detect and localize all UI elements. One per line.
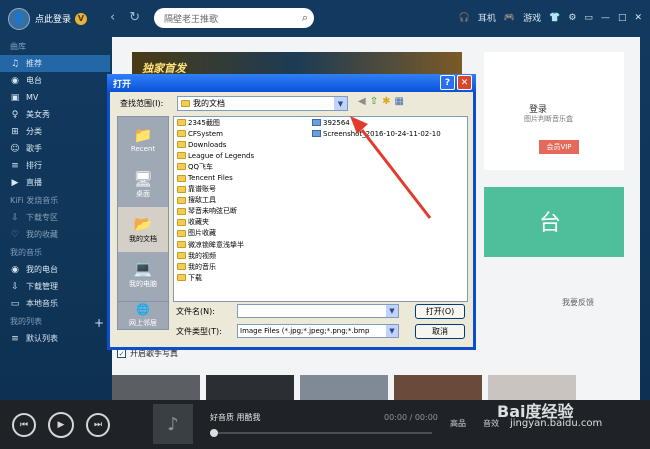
arrow-head [350,116,368,134]
arrow-line [360,129,432,219]
annotation-arrow [350,116,432,219]
kuwo-app-window: 👤 点此登录 V ‹ ↻ 隔壁老王推歌 ⌕ 🎧 耳机 🎮 游戏 👕 ⚙ ▭ — … [0,0,650,449]
watermark-url: jingyan.baidu.com [510,418,603,429]
